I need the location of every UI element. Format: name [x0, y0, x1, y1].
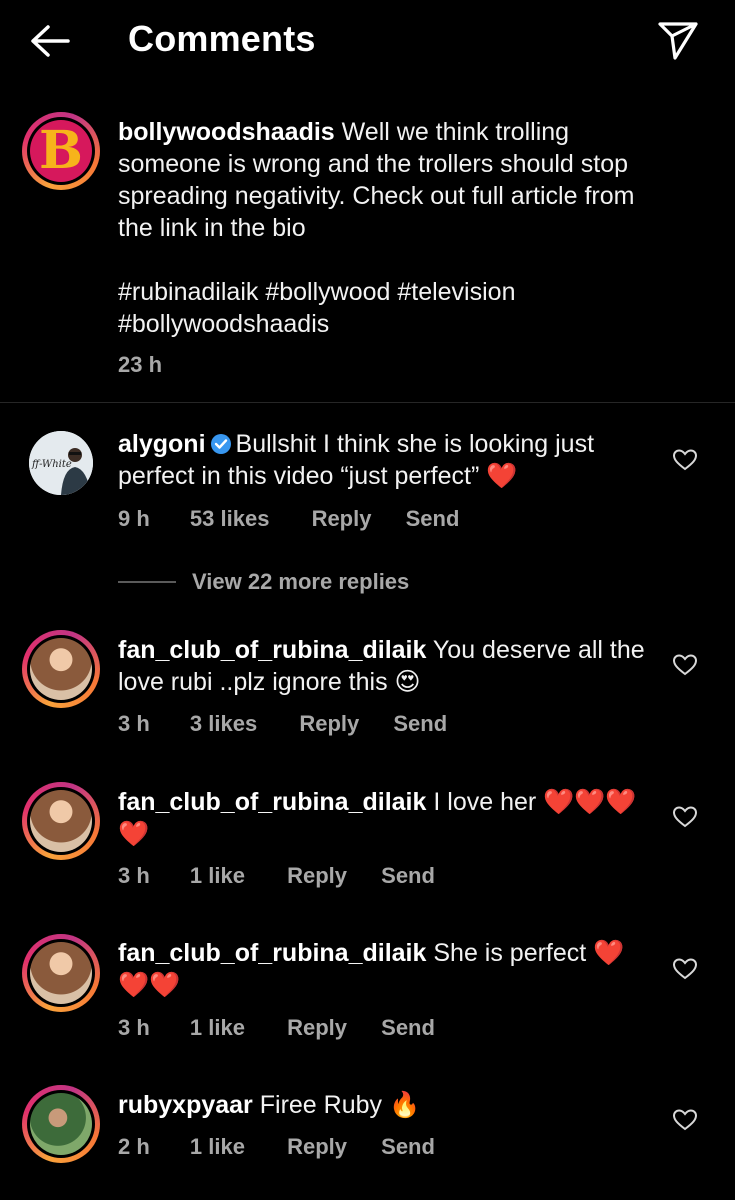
avatar[interactable]: B	[22, 112, 100, 190]
caption-username[interactable]: bollywoodshaadis	[118, 118, 335, 146]
like-heart-icon[interactable]	[672, 805, 698, 829]
like-heart-icon[interactable]	[672, 1108, 698, 1132]
comment-text: rubyxpyaar Firee Ruby 🔥	[118, 1089, 658, 1121]
send-button[interactable]: Send	[393, 711, 447, 737]
direct-send-icon[interactable]	[656, 18, 700, 62]
send-button[interactable]: Send	[381, 1015, 435, 1041]
comment-username[interactable]: alygoni	[118, 430, 206, 458]
view-more-replies-button[interactable]: View 22 more replies	[192, 569, 409, 595]
caption-text: bollywoodshaadis Well we think trolling …	[118, 116, 638, 244]
comment-text: alygoni Bullshit I think she is looking j…	[118, 428, 658, 492]
caption-hashtags[interactable]: #rubinadilaik #bollywood #television #bo…	[118, 276, 638, 340]
like-heart-icon[interactable]	[672, 957, 698, 981]
verified-badge-icon	[210, 434, 231, 454]
send-button[interactable]: Send	[381, 863, 435, 889]
likes-count[interactable]: 1 like	[190, 1015, 245, 1041]
avatar[interactable]	[22, 782, 100, 860]
caption-time: 23 h	[118, 352, 163, 377]
comment-meta: 9 h 53 likes Reply Send	[118, 506, 459, 532]
comment-text: fan_club_of_rubina_dilaik I love her ❤️❤…	[118, 786, 658, 850]
send-button[interactable]: Send	[406, 506, 460, 532]
reply-button[interactable]: Reply	[287, 1134, 347, 1160]
comment-time: 9 h	[118, 506, 150, 531]
page-title: Comments	[128, 18, 316, 59]
like-heart-icon[interactable]	[672, 448, 698, 472]
comment-username[interactable]: fan_club_of_rubina_dilaik	[118, 788, 426, 816]
likes-count[interactable]: 1 like	[190, 863, 245, 889]
back-arrow-icon[interactable]	[28, 22, 72, 60]
reply-button[interactable]: Reply	[312, 506, 372, 532]
comment-time: 2 h	[118, 1134, 150, 1159]
likes-count[interactable]: 1 like	[190, 1134, 245, 1160]
avatar-badge-text: ff-White	[31, 459, 72, 470]
comment-body: Firee Ruby 🔥	[259, 1091, 421, 1119]
comment-time: 3 h	[118, 1015, 150, 1040]
comment-time: 3 h	[118, 711, 150, 736]
comment-username[interactable]: fan_club_of_rubina_dilaik	[118, 636, 426, 664]
header-bar: Comments	[0, 0, 735, 84]
comment-username[interactable]: rubyxpyaar	[118, 1091, 253, 1119]
reply-button[interactable]: Reply	[287, 1015, 347, 1041]
avatar-logo-letter: B	[39, 120, 83, 181]
divider	[0, 402, 735, 403]
likes-count[interactable]: 3 likes	[190, 711, 257, 737]
replies-divider-line	[118, 581, 176, 583]
comment-text: fan_club_of_rubina_dilaik She is perfect…	[118, 937, 658, 1001]
send-button[interactable]: Send	[381, 1134, 435, 1160]
comment-text: fan_club_of_rubina_dilaik You deserve al…	[118, 634, 658, 698]
likes-count[interactable]: 53 likes	[190, 506, 270, 532]
like-heart-icon[interactable]	[672, 653, 698, 677]
comment-meta: 3 h 1 like Reply Send	[118, 1015, 435, 1041]
avatar[interactable]	[22, 934, 100, 1012]
comment-meta: 2 h 1 like Reply Send	[118, 1134, 435, 1160]
profile-photo-icon: ff-White	[29, 431, 93, 495]
comment-time: 3 h	[118, 863, 150, 888]
comment-meta: 3 h 1 like Reply Send	[118, 863, 435, 889]
comment-meta: 3 h 3 likes Reply Send	[118, 711, 447, 737]
reply-button[interactable]: Reply	[287, 863, 347, 889]
avatar[interactable]	[22, 1085, 100, 1163]
reply-button[interactable]: Reply	[299, 711, 359, 737]
avatar[interactable]	[22, 630, 100, 708]
avatar[interactable]: ff-White	[29, 431, 93, 495]
comment-username[interactable]: fan_club_of_rubina_dilaik	[118, 939, 426, 967]
